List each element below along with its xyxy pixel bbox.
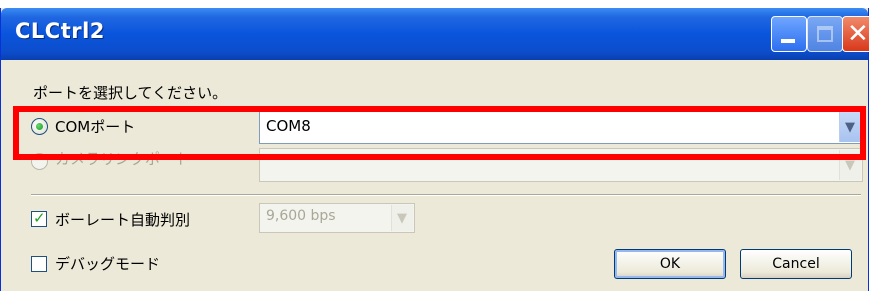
close-icon: ✕ bbox=[847, 19, 869, 49]
window-title: CLCtrl2 bbox=[15, 19, 105, 43]
baud-rate-dropdown-button[interactable]: ▼ bbox=[391, 205, 413, 231]
debug-mode-label: デバッグモード bbox=[55, 255, 161, 273]
minimize-icon bbox=[781, 39, 795, 43]
debug-mode-checkbox[interactable] bbox=[31, 256, 47, 272]
chevron-down-icon: ▼ bbox=[397, 211, 407, 226]
prompt-text: ポートを選択してください。 bbox=[33, 84, 228, 102]
separator bbox=[31, 194, 861, 196]
baud-rate-value: 9,600 bps bbox=[266, 208, 336, 224]
dialog-window: CLCtrl2 ✕ ポートを選択してください。 COMポート COM8 ▼ カメ… bbox=[0, 8, 869, 291]
maximize-button[interactable] bbox=[807, 16, 843, 52]
maximize-icon bbox=[817, 26, 833, 42]
highlight-box bbox=[13, 106, 866, 160]
ok-button[interactable]: OK bbox=[614, 249, 726, 279]
minimize-button[interactable] bbox=[771, 16, 807, 52]
title-bar[interactable]: CLCtrl2 ✕ bbox=[1, 8, 869, 60]
chevron-down-icon: ▼ bbox=[845, 158, 855, 173]
cancel-button[interactable]: Cancel bbox=[740, 249, 852, 279]
close-button[interactable]: ✕ bbox=[842, 16, 869, 52]
baud-auto-label: ボーレート自動判別 bbox=[55, 211, 191, 229]
baud-auto-checkbox[interactable] bbox=[31, 209, 47, 227]
baud-rate-select[interactable]: 9,600 bps ▼ bbox=[259, 203, 415, 233]
